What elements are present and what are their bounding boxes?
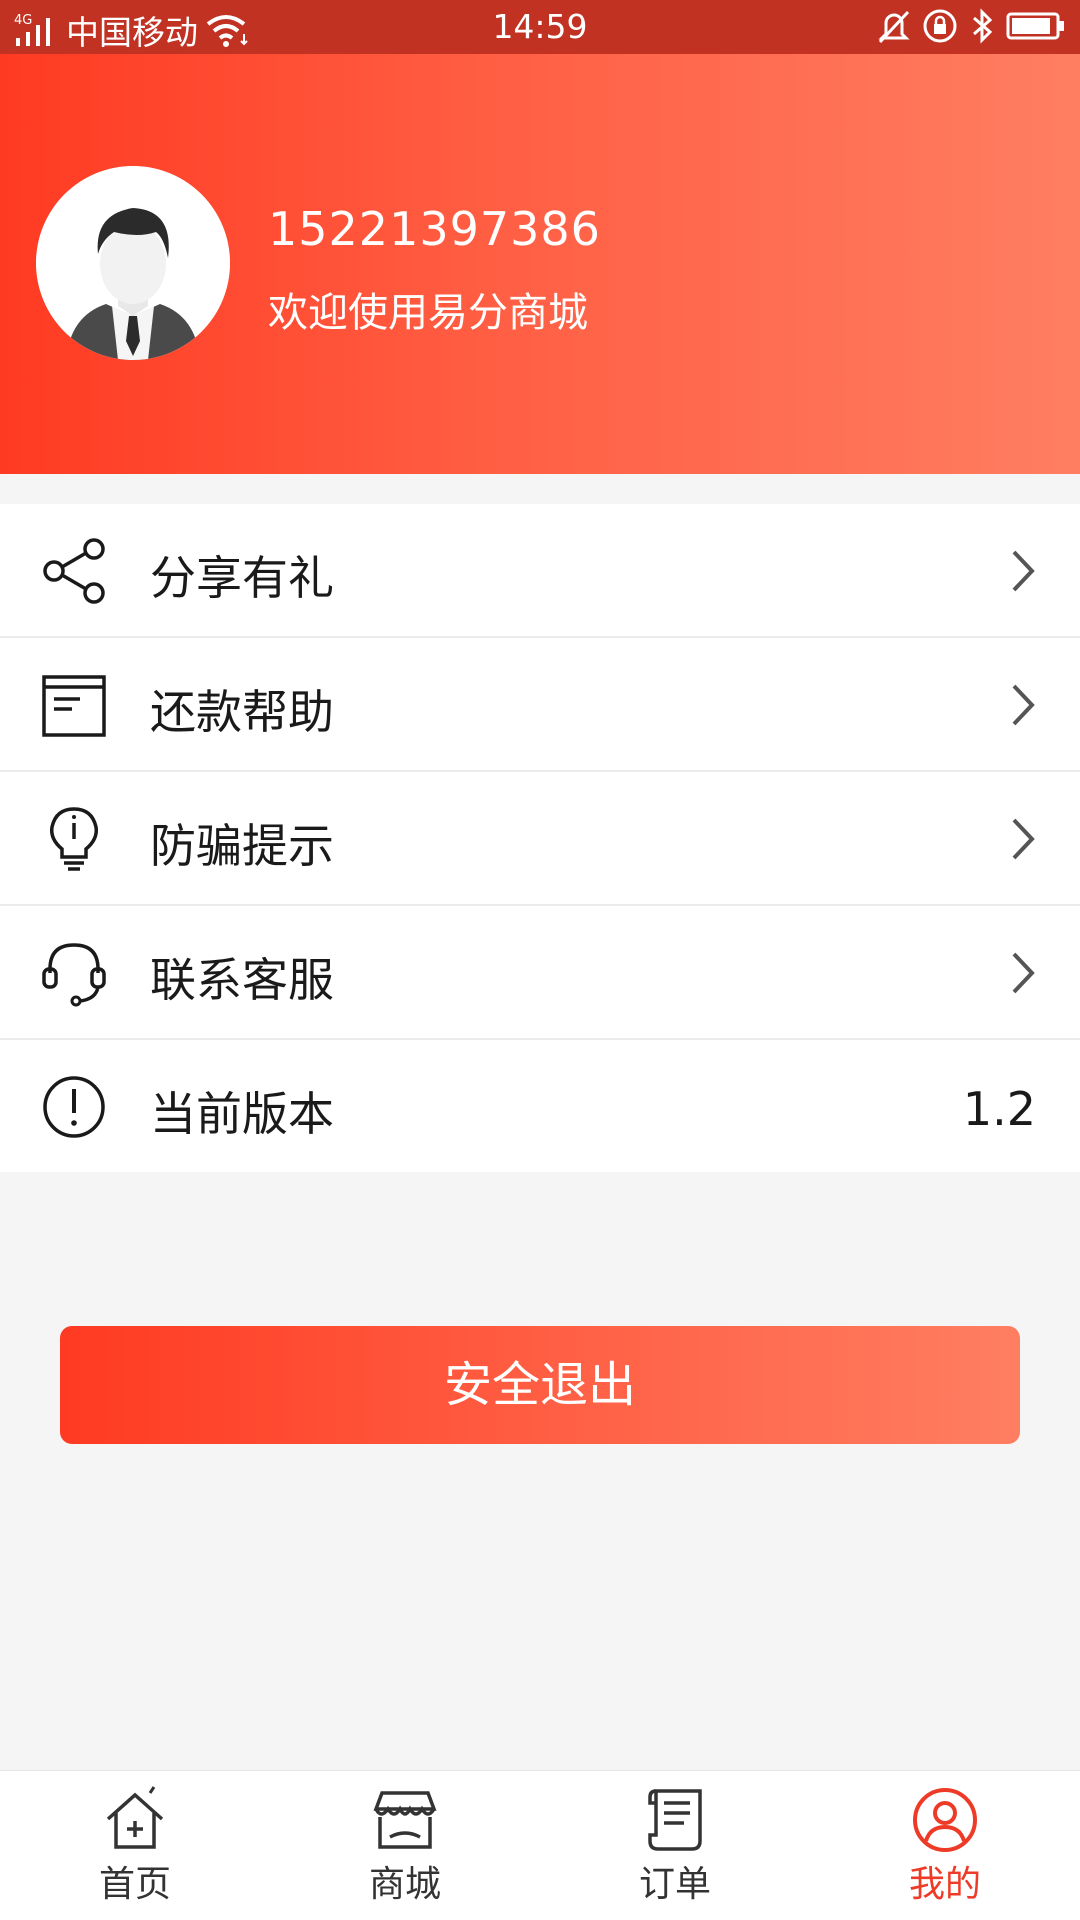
- menu-item-customer-service[interactable]: 联系客服: [0, 906, 1080, 1040]
- mute-bell-icon: [878, 10, 910, 44]
- chevron-right-icon: [1012, 952, 1035, 994]
- status-right: [878, 8, 1066, 44]
- chevron-right-icon: [1012, 818, 1035, 860]
- order-icon: [648, 1789, 702, 1851]
- user-icon: [913, 1788, 977, 1852]
- battery-icon: [1006, 12, 1064, 40]
- screen: 4G 中国移动 14:59 15221397386 欢迎使用易分商城 分享有礼 …: [0, 0, 1080, 1920]
- tab-store[interactable]: 商城: [270, 1771, 540, 1920]
- tab-mine[interactable]: 我的: [810, 1771, 1080, 1920]
- document-icon: [42, 675, 106, 737]
- lightbulb-icon: [49, 807, 99, 871]
- menu-item-label: 当前版本: [150, 1087, 334, 1141]
- menu-item-label: 分享有礼: [150, 551, 334, 605]
- avatar-person-icon: [36, 166, 230, 360]
- menu-item-label: 联系客服: [150, 953, 334, 1007]
- tab-orders[interactable]: 订单: [540, 1771, 810, 1920]
- profile-header: 15221397386 欢迎使用易分商城: [0, 54, 1080, 474]
- alert-circle-icon: [43, 1076, 105, 1138]
- menu-item-repayment-help[interactable]: 还款帮助: [0, 638, 1080, 772]
- chevron-right-icon: [1012, 550, 1035, 592]
- tab-label: 订单: [638, 1864, 711, 1905]
- tab-label: 商城: [368, 1864, 441, 1905]
- version-value: 1.2: [962, 1082, 1036, 1136]
- home-icon: [106, 1786, 164, 1849]
- menu-item-fraud-tips[interactable]: 防骗提示: [0, 772, 1080, 906]
- tab-home[interactable]: 首页: [0, 1771, 270, 1920]
- store-icon: [373, 1791, 437, 1849]
- status-bar: 4G 中国移动 14:59: [0, 0, 1080, 54]
- menu-item-share[interactable]: 分享有礼: [0, 504, 1080, 638]
- share-icon: [43, 538, 105, 604]
- rotation-lock-icon: [923, 9, 957, 43]
- tab-label: 我的: [908, 1864, 981, 1905]
- avatar[interactable]: [36, 166, 230, 360]
- settings-menu: 分享有礼 还款帮助 防骗提示 联系客服 当前版本 1.2: [0, 504, 1080, 1172]
- menu-item-label: 防骗提示: [150, 819, 334, 873]
- user-phone: 15221397386: [268, 202, 601, 256]
- menu-item-label: 还款帮助: [150, 685, 334, 739]
- bottom-nav: 首页 商城 订单 我的: [0, 1770, 1080, 1920]
- bluetooth-icon: [973, 8, 993, 44]
- headset-icon: [42, 943, 106, 1007]
- chevron-right-icon: [1012, 684, 1035, 726]
- tab-label: 首页: [98, 1864, 171, 1905]
- welcome-text: 欢迎使用易分商城: [268, 290, 588, 336]
- logout-button[interactable]: 安全退出: [60, 1326, 1020, 1444]
- menu-item-version: 当前版本 1.2: [0, 1040, 1080, 1172]
